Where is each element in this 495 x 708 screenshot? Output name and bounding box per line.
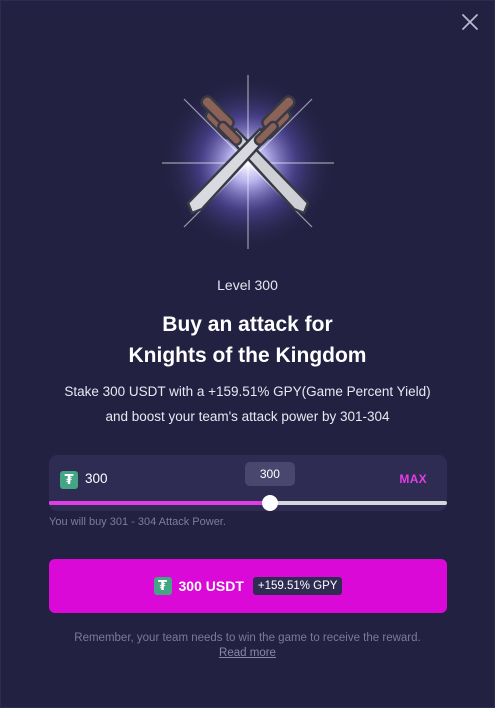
modal-title: Buy an attack for Knights of the Kingdom bbox=[1, 309, 494, 371]
stake-modal: Level 300 Buy an attack for Knights of t… bbox=[0, 0, 495, 708]
stake-amount-box: ₮ 300 MAX 300 bbox=[49, 455, 447, 511]
tether-icon: ₮ bbox=[153, 577, 172, 595]
level-label: Level 300 bbox=[217, 277, 278, 293]
modal-description: Stake 300 USDT with a +159.51% GPY(Game … bbox=[1, 379, 494, 429]
description-line-2: and boost your team's attack power by 30… bbox=[105, 409, 390, 424]
reward-note: Remember, your team needs to win the gam… bbox=[74, 632, 421, 644]
stake-slider[interactable] bbox=[49, 495, 447, 511]
title-line-2: Knights of the Kingdom bbox=[128, 344, 367, 367]
stake-amount-input[interactable]: 300 bbox=[85, 471, 108, 486]
slider-value-tooltip: 300 bbox=[244, 462, 295, 486]
slider-thumb[interactable] bbox=[261, 495, 278, 511]
tether-icon: ₮ bbox=[60, 471, 78, 489]
cta-amount-label: 300 USDT bbox=[178, 578, 244, 594]
max-button[interactable]: MAX bbox=[399, 472, 427, 486]
read-more-label[interactable]: Read more bbox=[219, 647, 276, 659]
crossed-swords-icon bbox=[158, 71, 338, 251]
title-line-1: Buy an attack for bbox=[162, 313, 333, 336]
description-line-1: Stake 300 USDT with a +159.51% GPY(Game … bbox=[64, 384, 431, 399]
attack-power-note: You will buy 301 - 304 Attack Power. bbox=[49, 516, 226, 528]
read-more-link[interactable]: Read more bbox=[1, 647, 494, 659]
buy-attack-button[interactable]: ₮ 300 USDT +159.51% GPY bbox=[49, 559, 447, 613]
slider-fill bbox=[49, 501, 270, 505]
close-icon[interactable] bbox=[460, 12, 480, 32]
gpy-badge: +159.51% GPY bbox=[252, 577, 343, 595]
